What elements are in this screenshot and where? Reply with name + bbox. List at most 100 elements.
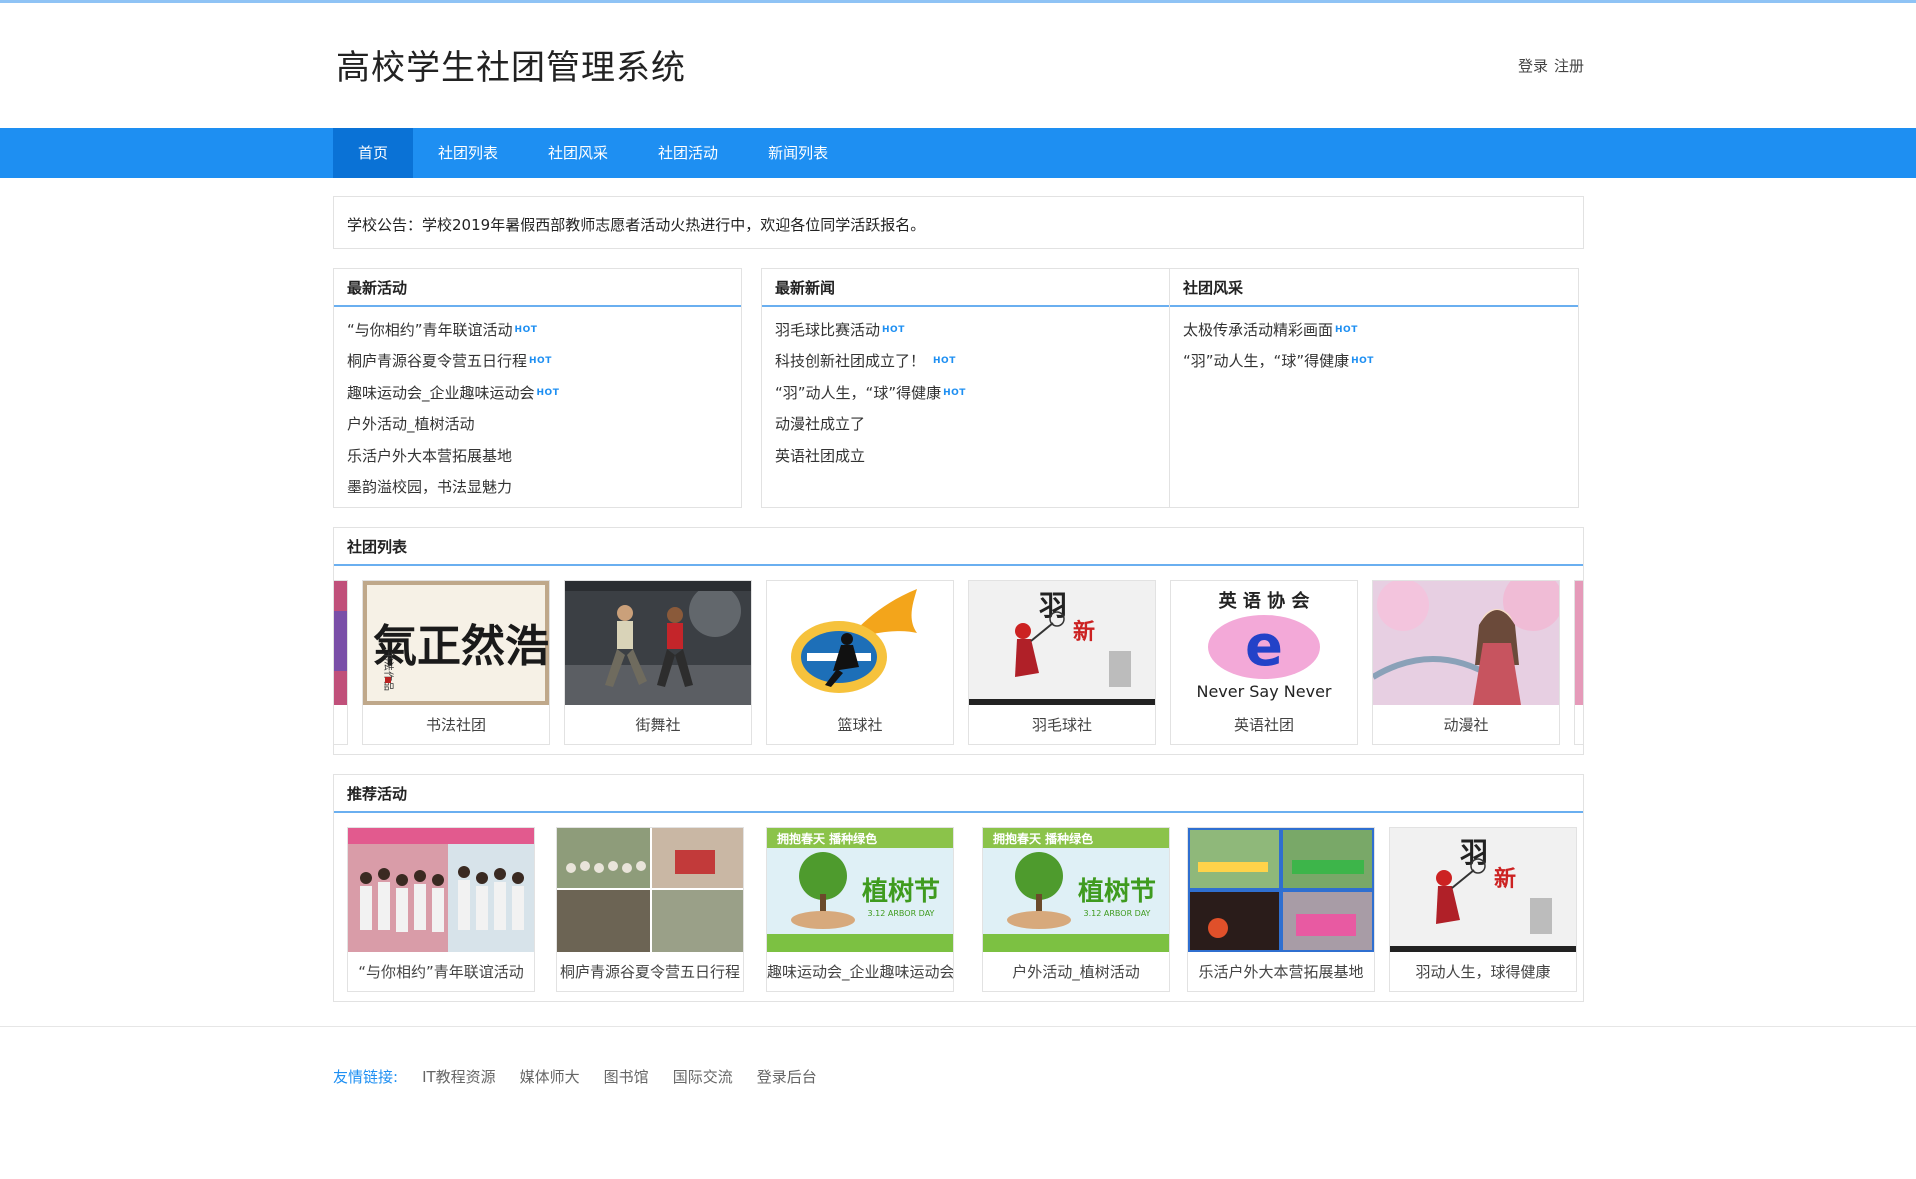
arbor-day-image: 拥抱春天 播种绿色 植树节 3.12 ARBOR DAY <box>983 828 1169 952</box>
list-item[interactable]: 英语社团成立 <box>775 441 1156 472</box>
svg-text:羽: 羽 <box>1460 836 1488 869</box>
list-item[interactable]: 科技创新社团成立了！ HOT <box>775 346 1156 377</box>
list-item[interactable]: “羽”动人生，“球”得健康 HOT <box>775 378 1156 409</box>
club-list-panel: 社团列表 氣正然浩 书法作品 书法社团 街舞社 篮球社 羽 新 羽毛球社 英 语… <box>333 527 1584 755</box>
club-card[interactable]: 篮球社 <box>766 580 954 745</box>
list-item[interactable]: 趣味运动会_企业趣味运动会 HOT <box>347 378 728 409</box>
list-item[interactable]: 桐庐青源谷夏令营五日行程 HOT <box>347 346 728 377</box>
site-header: 高校学生社团管理系统 登录 注册 <box>333 40 1584 90</box>
club-card[interactable]: 英 语 协 会 e Never Say Never 英语社团 <box>1170 580 1358 745</box>
basketball-logo-image <box>767 581 953 705</box>
panel-title: 社团列表 <box>334 528 1583 566</box>
club-card[interactable]: 羽 新 羽毛球社 <box>968 580 1156 745</box>
svg-text:e: e <box>1245 614 1283 679</box>
nav-club-activities[interactable]: 社团活动 <box>633 128 743 178</box>
activity-card[interactable]: 拥抱春天 播种绿色 植树节 3.12 ARBOR DAY 趣味运动会_企业趣味运… <box>766 827 954 992</box>
list-item[interactable]: 羽毛球比赛活动 HOT <box>775 315 1156 346</box>
item-text: 趣味运动会_企业趣味运动会 <box>347 383 535 402</box>
list-item[interactable]: 乐活户外大本营拓展基地 <box>347 441 728 472</box>
club-card[interactable]: 动漫社 <box>1372 580 1560 745</box>
link-admin-login[interactable]: 登录后台 <box>757 1066 817 1087</box>
svg-text:3.12 ARBOR DAY: 3.12 ARBOR DAY <box>868 909 935 918</box>
panel-title: 最新活动 <box>334 269 741 307</box>
school-notice: 学校公告：学校2019年暑假西部教师志愿者活动火热进行中，欢迎各位同学活跃报名。 <box>333 196 1584 249</box>
svg-text:植树节: 植树节 <box>862 877 940 907</box>
svg-text:Never Say Never: Never Say Never <box>1196 682 1331 701</box>
hot-badge: HOT <box>882 325 905 335</box>
group-photo-image <box>348 828 534 952</box>
login-link[interactable]: 登录 <box>1518 57 1548 75</box>
activity-card[interactable]: 乐活户外大本营拓展基地 <box>1187 827 1375 992</box>
activity-name: 桐庐青源谷夏令营五日行程 <box>559 963 740 981</box>
item-text: “羽”动人生，“球”得健康 <box>775 383 942 402</box>
hot-badge: HOT <box>529 356 552 367</box>
club-name: 街舞社 <box>635 716 681 734</box>
activity-card[interactable]: 桐庐青源谷夏令营五日行程 <box>556 827 744 992</box>
summer-camp-image <box>557 828 743 952</box>
club-name: 羽毛球社 <box>1031 716 1092 734</box>
nav-home[interactable]: 首页 <box>333 128 414 178</box>
list-item[interactable]: 墨韵溢校园，书法显魅力 <box>347 472 728 503</box>
badminton-poster-image: 羽 新 <box>969 581 1155 705</box>
item-text: 乐活户外大本营拓展基地 <box>347 446 513 465</box>
item-text: 太极传承活动精彩画面 <box>1183 321 1334 339</box>
svg-text:新: 新 <box>1494 866 1516 892</box>
club-style-list: 太极传承活动精彩画面 HOT “羽”动人生，“球”得健康 HOT <box>1170 307 1578 378</box>
news-list: 羽毛球比赛活动 HOT 科技创新社团成立了！ HOT “羽”动人生，“球”得健康 HO… <box>762 307 1169 472</box>
panel-title: 推荐活动 <box>334 775 1583 813</box>
main-nav: 首页 社团列表 社团风采 社团活动 新闻列表 <box>0 128 1916 178</box>
svg-text:拥抱春天 播种绿色: 拥抱春天 播种绿色 <box>777 831 877 846</box>
link-library[interactable]: 图书馆 <box>604 1066 649 1087</box>
carousel-edge-left <box>334 580 348 745</box>
link-international-exchange[interactable]: 国际交流 <box>673 1066 733 1087</box>
svg-text:3.12 ARBOR DAY: 3.12 ARBOR DAY <box>1084 909 1151 918</box>
activity-card[interactable]: 羽 新 羽动人生，球得健康 <box>1389 827 1577 992</box>
auth-links: 登录 注册 <box>1518 55 1584 76</box>
friend-links-label: 友情链接: <box>333 1068 399 1086</box>
item-text: 英语社团成立 <box>775 446 866 465</box>
activity-card[interactable]: 拥抱春天 播种绿色 植树节 3.12 ARBOR DAY 户外活动_植树活动 <box>982 827 1170 992</box>
club-name: 书法社团 <box>425 716 486 734</box>
list-item[interactable]: 动漫社成立了 <box>775 409 1156 440</box>
list-item[interactable]: 太极传承活动精彩画面 HOT <box>1183 315 1565 346</box>
calligraphy-image: 氣正然浩 书法作品 <box>363 581 549 705</box>
hot-badge: HOT <box>933 356 956 367</box>
hot-badge: HOT <box>1335 325 1358 335</box>
friend-links: 友情链接: IT教程资源 媒体师大 图书馆 国际交流 登录后台 <box>333 1066 841 1087</box>
svg-text:植树节: 植树节 <box>1078 877 1156 907</box>
item-text: 科技创新社团成立了！ <box>775 352 926 371</box>
latest-activities-panel: 最新活动 “与你相约”青年联谊活动 HOT 桐庐青源谷夏令营五日行程 HOT 趣味运… <box>333 268 742 508</box>
recommended-carousel[interactable]: “与你相约”青年联谊活动 桐庐青源谷夏令营五日行程 拥抱春天 播种绿色 植树节 … <box>334 827 1583 992</box>
outdoor-base-image <box>1188 828 1374 952</box>
hot-badge: HOT <box>536 387 560 398</box>
link-media-normal-univ[interactable]: 媒体师大 <box>520 1066 580 1087</box>
hot-badge: HOT <box>943 387 966 398</box>
club-carousel[interactable]: 氣正然浩 书法作品 书法社团 街舞社 篮球社 羽 新 羽毛球社 英 语 协 会 … <box>334 580 1583 745</box>
street-dance-image <box>565 581 751 705</box>
link-it-tutorials[interactable]: IT教程资源 <box>422 1066 496 1087</box>
register-link[interactable]: 注册 <box>1554 57 1584 75</box>
item-text: 桐庐青源谷夏令营五日行程 <box>347 352 528 371</box>
anime-girl-image <box>1373 581 1559 705</box>
notice-text[interactable]: 学校2019年暑假西部教师志愿者活动火热进行中，欢迎各位同学活跃报名。 <box>422 216 925 234</box>
list-item[interactable]: “羽”动人生，“球”得健康 HOT <box>1183 346 1565 377</box>
club-card[interactable]: 街舞社 <box>564 580 752 745</box>
nav-club-list[interactable]: 社团列表 <box>413 128 523 178</box>
club-card[interactable]: 氣正然浩 书法作品 书法社团 <box>362 580 550 745</box>
club-name: 英语社团 <box>1233 716 1294 734</box>
activity-name: 乐活户外大本营拓展基地 <box>1198 963 1364 981</box>
list-item[interactable]: “与你相约”青年联谊活动 HOT <box>347 315 728 346</box>
item-text: “羽”动人生，“球”得健康 <box>1183 352 1350 371</box>
svg-text:新: 新 <box>1073 619 1095 645</box>
list-item[interactable]: 户外活动_植树活动 <box>347 409 728 440</box>
club-style-panel: 社团风采 太极传承活动精彩画面 HOT “羽”动人生，“球”得健康 HOT <box>1169 268 1579 508</box>
partial-image <box>334 581 347 705</box>
svg-text:书法作品: 书法作品 <box>382 651 395 691</box>
nav-news-list[interactable]: 新闻列表 <box>743 128 853 178</box>
activity-name: 户外活动_植树活动 <box>1012 963 1140 981</box>
svg-text:英 语 协 会: 英 语 协 会 <box>1218 590 1310 612</box>
item-text: 动漫社成立了 <box>775 415 866 434</box>
nav-club-style[interactable]: 社团风采 <box>523 128 633 178</box>
recommended-activities-panel: 推荐活动 “与你相约”青年联谊活动 桐庐青源谷夏令营五日行程 拥抱春天 播种绿色… <box>333 774 1584 1002</box>
activity-card[interactable]: “与你相约”青年联谊活动 <box>347 827 535 992</box>
